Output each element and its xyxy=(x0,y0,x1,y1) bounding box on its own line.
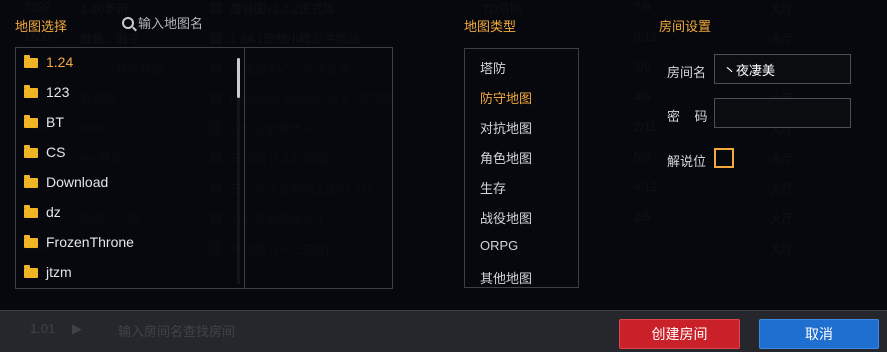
password-input[interactable] xyxy=(714,98,851,128)
commentator-label: 解说位 xyxy=(667,154,707,169)
folder-item[interactable]: FrozenThrone xyxy=(24,232,234,254)
folder-item[interactable]: dz xyxy=(24,202,234,224)
folder-item[interactable]: BT xyxy=(24,112,234,134)
folder-item[interactable]: Download xyxy=(24,172,234,194)
cancel-button[interactable]: 取消 xyxy=(759,319,879,349)
map-type-item[interactable]: 角色地图 xyxy=(480,148,532,167)
folder-item[interactable]: 1.24 xyxy=(24,52,234,74)
folder-icon xyxy=(24,205,38,218)
map-type-item[interactable]: 对抗地图 xyxy=(480,118,532,137)
map-type-item[interactable]: 其他地图 xyxy=(480,268,532,287)
scrollbar-thumb[interactable] xyxy=(237,58,240,98)
folder-label: 1.24 xyxy=(46,54,74,70)
folder-icon xyxy=(24,145,38,158)
map-type-item[interactable]: ORPG xyxy=(480,238,518,253)
map-list-divider xyxy=(244,47,245,289)
room-name-label: 房间名 xyxy=(667,65,707,80)
map-type-item[interactable]: 塔防 xyxy=(480,58,506,77)
folder-icon xyxy=(24,265,38,278)
map-search xyxy=(118,12,378,34)
map-type-item[interactable]: 防守地图 xyxy=(480,88,532,107)
map-type-item[interactable]: 战役地图 xyxy=(480,208,532,227)
folder-icon xyxy=(24,175,38,188)
map-type-title: 地图类型 xyxy=(464,19,517,34)
folder-label: 123 xyxy=(46,84,70,100)
play-icon: ▶ xyxy=(72,321,82,336)
create-room-button[interactable]: 创建房间 xyxy=(619,319,740,349)
room-name-input[interactable] xyxy=(714,54,851,84)
folder-item[interactable]: CS xyxy=(24,142,234,164)
map-type-item[interactable]: 生存 xyxy=(480,178,506,197)
commentator-checkbox[interactable] xyxy=(714,148,734,168)
footer-ghost-count: 1.01 xyxy=(30,321,56,336)
folder-icon xyxy=(24,115,38,128)
map-select-title: 地图选择 xyxy=(15,19,68,34)
folder-item[interactable]: 123 xyxy=(24,82,234,104)
folder-label: jtzm xyxy=(46,264,72,280)
footer-bar: 1.01 ▶ 输入房间名查找房间 创建房间 取消 xyxy=(0,310,887,352)
folder-label: CS xyxy=(46,144,66,160)
folder-label: dz xyxy=(46,204,61,220)
footer-ghost-search: 输入房间名查找房间 xyxy=(118,324,236,339)
folder-icon xyxy=(24,85,38,98)
search-icon xyxy=(122,17,134,29)
map-search-input[interactable] xyxy=(138,12,358,34)
folder-label: BT xyxy=(46,114,64,130)
folder-icon xyxy=(24,235,38,248)
password-label: 密 码 xyxy=(667,109,708,124)
folder-item[interactable]: jtzm xyxy=(24,262,234,284)
folder-label: FrozenThrone xyxy=(46,234,134,250)
room-settings-title: 房间设置 xyxy=(659,19,712,34)
folder-icon xyxy=(24,55,38,68)
folder-label: Download xyxy=(46,174,109,190)
